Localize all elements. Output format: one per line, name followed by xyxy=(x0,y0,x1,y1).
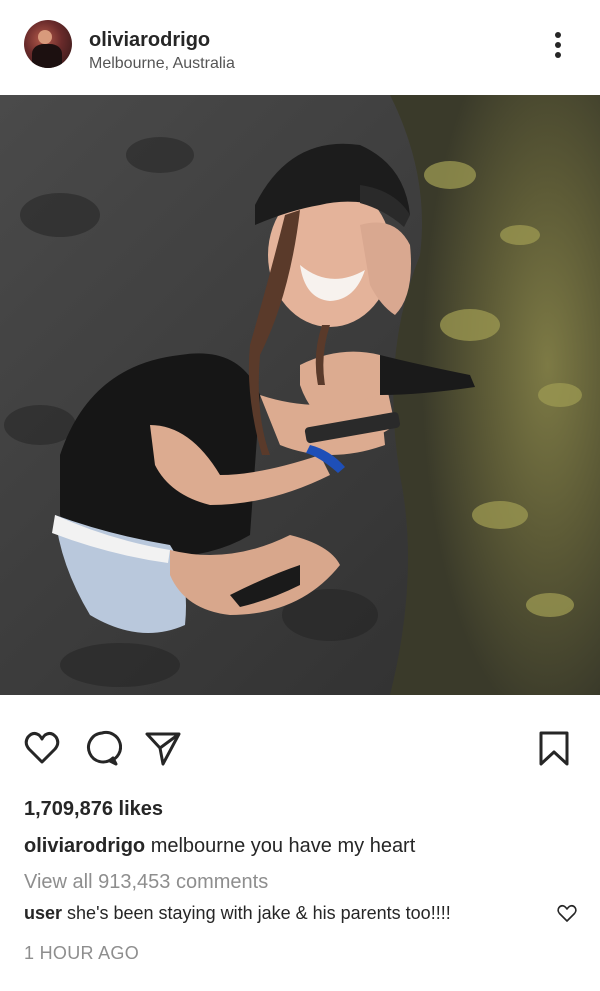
comment-heart-icon[interactable] xyxy=(556,903,578,923)
comment-text: she's been staying with jake & his paren… xyxy=(67,903,451,923)
post-username[interactable]: oliviarodrigo xyxy=(89,29,210,52)
more-vertical-icon[interactable] xyxy=(547,30,569,60)
post-caption: oliviarodrigo melbourne you have my hear… xyxy=(24,835,415,858)
paper-plane-icon[interactable] xyxy=(143,728,183,768)
action-bar xyxy=(0,720,600,780)
comment-bubble-icon[interactable] xyxy=(82,728,122,768)
bookmark-icon[interactable] xyxy=(534,728,574,768)
post-header: oliviarodrigo Melbourne, Australia xyxy=(0,0,600,95)
heart-icon[interactable] xyxy=(22,728,62,768)
caption-text: melbourne you have my heart xyxy=(150,835,416,857)
post-location[interactable]: Melbourne, Australia xyxy=(89,55,235,73)
likes-count[interactable]: 1,709,876 likes xyxy=(24,798,163,821)
comment-username[interactable]: user xyxy=(24,903,62,923)
post-photo[interactable] xyxy=(0,95,600,695)
avatar[interactable] xyxy=(24,20,72,68)
post-timestamp: 1 HOUR AGO xyxy=(24,943,140,963)
caption-username[interactable]: oliviarodrigo xyxy=(24,835,145,857)
comment-row: user she's been staying with jake & his … xyxy=(24,903,451,924)
view-all-comments-link[interactable]: View all 913,453 comments xyxy=(24,871,268,894)
